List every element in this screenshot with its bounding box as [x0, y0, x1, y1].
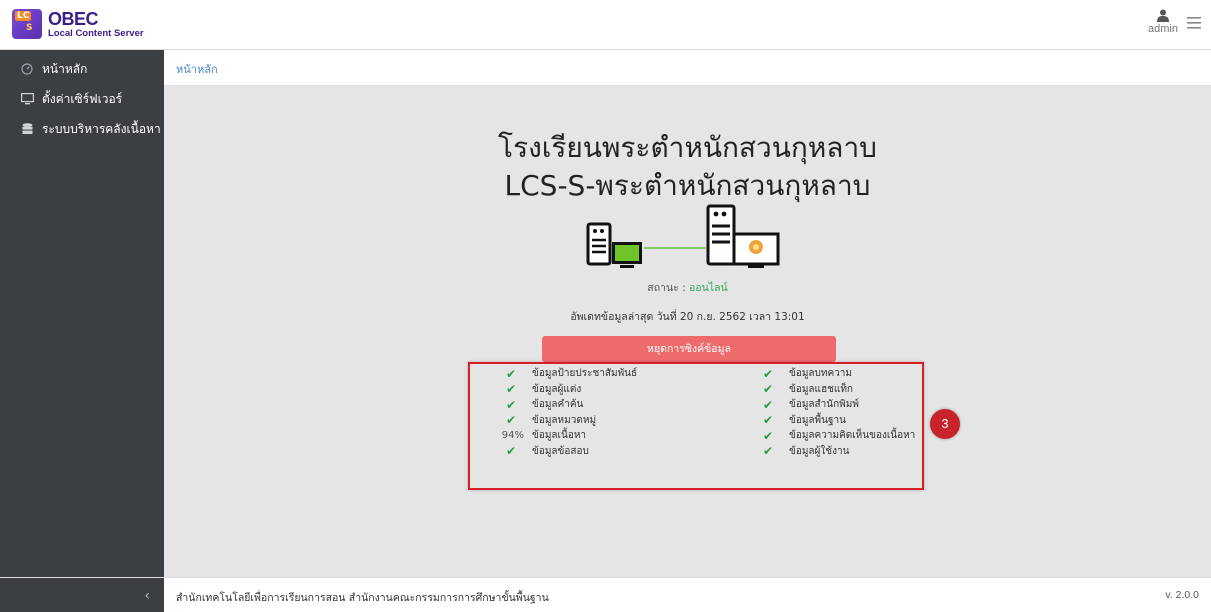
sync-progress-percent: 94%	[501, 430, 524, 442]
sidebar-item-label: ระบบบริหารคลังเนื้อหา	[42, 121, 161, 136]
sync-item: ✔ ข้อมูลสำนักพิมพ์	[747, 397, 967, 413]
app-name: OBEC	[48, 8, 99, 29]
sync-item-label: ข้อมูลผู้แต่ง	[532, 383, 582, 395]
sync-item-label: ข้อมูลสำนักพิมพ์	[789, 399, 859, 411]
last-updated: อัพเดทข้อมูลล่าสุด วันที่ 20 ก.ย. 2562 เ…	[570, 311, 805, 323]
footer-organization: สำนักเทคโนโลยีเพื่อการเรียนการสอน สำนักง…	[176, 592, 549, 604]
monitor-icon	[20, 92, 34, 106]
check-icon: ✔	[505, 366, 517, 381]
sync-item: ✔ ข้อมูลหมวดหมู่	[490, 413, 710, 429]
sync-item-label: ข้อมูลผู้ใช้งาน	[789, 445, 850, 457]
sync-list-left: ✔ ข้อมูลป้ายประชาสัมพันธ์ ✔ ข้อมูลผู้แต่ง …	[490, 366, 710, 459]
step-number-badge: 3	[930, 409, 960, 439]
local-server-icon	[586, 222, 642, 268]
sync-item: ✔ ข้อมูลป้ายประชาสัมพันธ์	[490, 366, 710, 382]
user-name: admin	[1148, 23, 1178, 35]
sidebar-collapse-button[interactable]: ‹	[0, 578, 164, 612]
app-subtitle: Local Content Server	[48, 27, 144, 39]
sidebar: หน้าหลัก ตั้งค่าเซิร์ฟเวอร์ ระบบบริหารคล…	[0, 50, 164, 577]
check-icon: ✔	[762, 382, 774, 397]
sync-item-label: ข้อมูลพื้นฐาน	[789, 414, 846, 426]
sync-item: ✔ ข้อมูลข้อสอบ	[490, 444, 710, 460]
app-logo[interactable]: LC S OBEC Local Content Server	[12, 9, 144, 39]
check-icon: ✔	[505, 413, 517, 428]
logo-badge-letter: S	[26, 23, 33, 33]
logo-badge: LC S	[12, 9, 42, 39]
user-menu[interactable]: admin	[1143, 9, 1183, 35]
check-icon: ✔	[505, 444, 517, 459]
check-icon: ✔	[762, 444, 774, 459]
app-version: v. 2.0.0	[1165, 589, 1199, 601]
sidebar-item-home[interactable]: หน้าหลัก	[0, 54, 164, 84]
sidebar-item-label: ตั้งค่าเซิร์ฟเวอร์	[42, 91, 123, 106]
logo-badge-letters: LC	[15, 11, 32, 21]
server-status: สถานะ : ออนไลน์	[164, 279, 1211, 296]
logo-text: OBEC Local Content Server	[48, 10, 144, 39]
top-bar: LC S OBEC Local Content Server admin	[0, 0, 1211, 50]
chevron-left-icon: ‹	[144, 588, 150, 604]
sidebar-item-label: หน้าหลัก	[42, 61, 88, 76]
sidebar-item-content-management[interactable]: ระบบบริหารคลังเนื้อหา	[0, 114, 164, 144]
status-value: ออนไลน์	[689, 282, 728, 294]
hamburger-menu-icon[interactable]	[1187, 17, 1201, 29]
sync-item: 94% ข้อมูลเนื้อหา	[490, 428, 710, 444]
footer: ‹ สำนักเทคโนโลยีเพื่อการเรียนการสอน สำนั…	[0, 577, 1211, 612]
user-icon	[1157, 9, 1169, 22]
sync-item-label: ข้อมูลหมวดหมู่	[532, 414, 597, 426]
sync-item-label: ข้อมูลเนื้อหา	[532, 430, 587, 442]
sync-item-label: ข้อมูลข้อสอบ	[532, 445, 589, 457]
server-connection-diagram	[586, 204, 780, 268]
check-icon: ✔	[762, 428, 774, 443]
sync-item-label: ข้อมูลความคิดเห็นของเนื้อหา	[789, 430, 916, 442]
check-icon: ✔	[505, 382, 517, 397]
sync-item-label: ข้อมูลแฮชแท็ก	[789, 383, 853, 395]
database-icon	[20, 122, 34, 136]
central-server-icon	[706, 204, 780, 268]
sync-item: ✔ ข้อมูลผู้ใช้งาน	[747, 444, 967, 460]
check-icon: ✔	[505, 397, 517, 412]
sync-item: ✔ ข้อมูลบทความ	[747, 366, 967, 382]
sync-item-label: ข้อมูลป้ายประชาสัมพันธ์	[532, 368, 638, 380]
check-icon: ✔	[762, 413, 774, 428]
breadcrumb[interactable]: หน้าหลัก	[176, 60, 218, 78]
check-icon: ✔	[762, 397, 774, 412]
sidebar-item-server-settings[interactable]: ตั้งค่าเซิร์ฟเวอร์	[0, 84, 164, 114]
main-content: โรงเรียนพระตำหนักสวนกุหลาบ LCS-S-พระตำหน…	[164, 86, 1211, 577]
sync-item: ✔ ข้อมูลคำค้น	[490, 397, 710, 413]
breadcrumb-bar: หน้าหลัก	[164, 50, 1211, 86]
sync-item-label: ข้อมูลบทความ	[789, 368, 853, 380]
sync-item: ✔ ข้อมูลผู้แต่ง	[490, 382, 710, 398]
dashboard-icon	[20, 62, 34, 76]
status-label: สถานะ :	[647, 282, 686, 294]
sync-item-label: ข้อมูลคำค้น	[532, 399, 584, 411]
stop-sync-button[interactable]: หยุดการซิงค์ข้อมูล	[542, 336, 836, 362]
sync-item: ✔ ข้อมูลแฮชแท็ก	[747, 382, 967, 398]
check-icon: ✔	[762, 366, 774, 381]
